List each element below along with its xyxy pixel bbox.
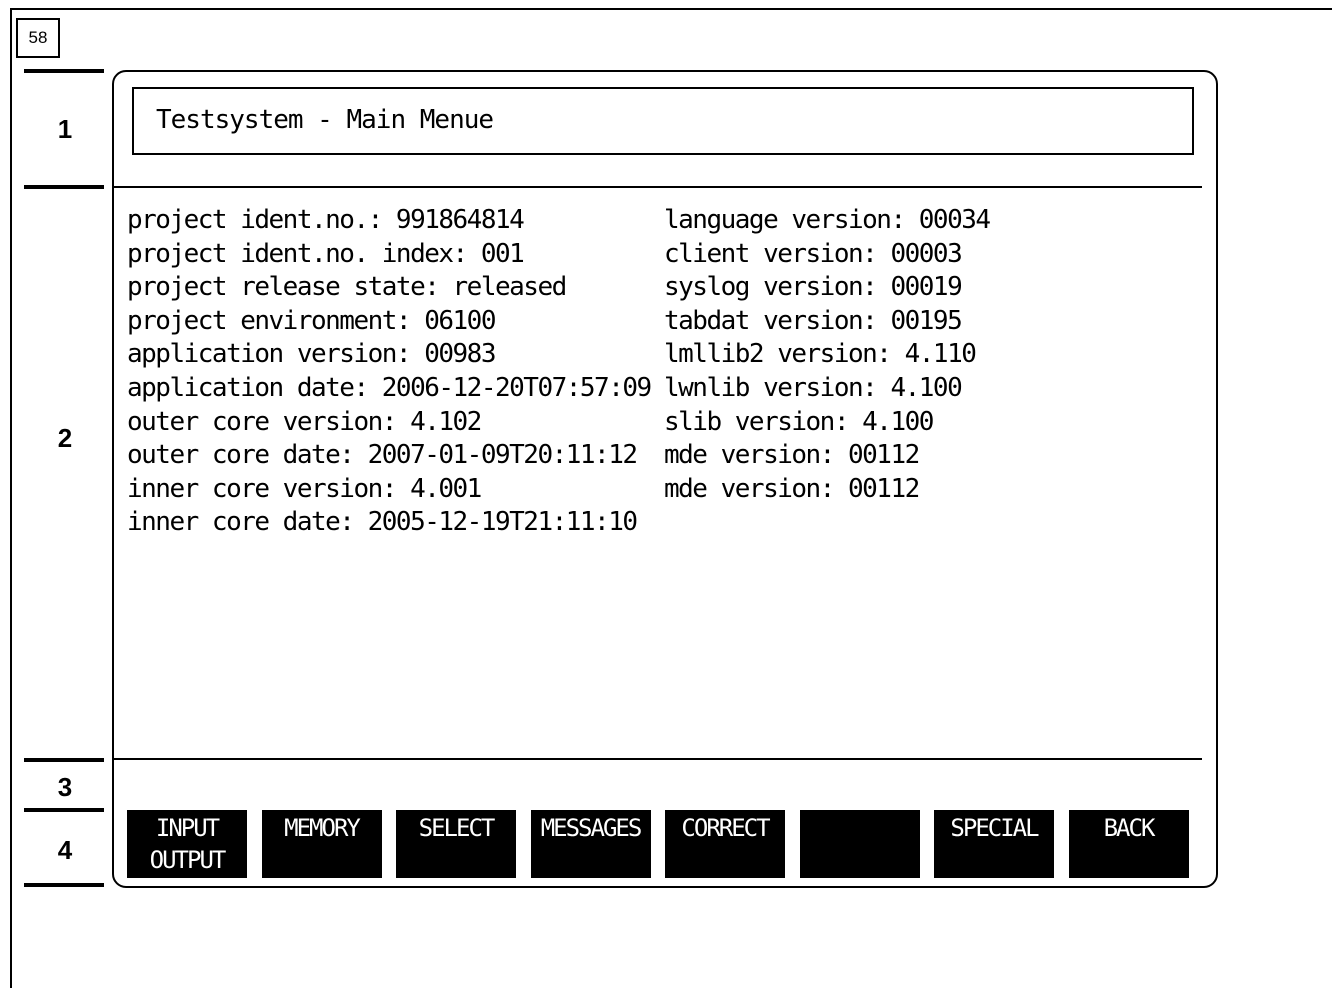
softkey-memory-button[interactable]: MEMORY xyxy=(261,810,382,878)
info-line: project ident.no. index: 001 xyxy=(127,238,525,269)
info-line: mde version: 00112 xyxy=(664,473,920,504)
header-divider xyxy=(114,186,1202,188)
info-line: outer core version: 4.102 xyxy=(127,406,482,437)
info-line: project release state: released xyxy=(127,272,567,303)
softkey-blank-button[interactable] xyxy=(799,810,920,878)
info-line: language version: 00034 xyxy=(664,205,991,235)
info-line: inner core version: 4.001 xyxy=(127,473,482,504)
page-title: Testsystem - Main Menue xyxy=(156,105,494,135)
zone-label-4: 4 xyxy=(57,835,73,865)
softkey-special-button[interactable]: SPECIAL xyxy=(934,810,1054,878)
softkey-messages-button[interactable]: MESSAGES xyxy=(530,810,651,878)
softkey-correct-button[interactable]: CORRECT xyxy=(665,810,785,878)
softkey-select-button[interactable]: SELECT xyxy=(396,810,516,878)
zone-divider xyxy=(24,808,104,812)
zone-label-1: 1 xyxy=(57,114,73,144)
zone-divider xyxy=(24,883,104,887)
info-line: lmllib2 version: 4.110 xyxy=(664,339,977,370)
info-line: application date: 2006-12-20T07:57:09 xyxy=(127,372,652,403)
message-line-divider xyxy=(114,758,1202,760)
softkey-back-button[interactable]: BACK xyxy=(1068,810,1189,878)
info-line: project environment: 06100 xyxy=(127,305,496,336)
zone-divider xyxy=(24,758,104,762)
info-line: application version: 00983 xyxy=(127,339,496,370)
info-line: lwnlib version: 4.100 xyxy=(664,372,963,403)
info-line: inner core date: 2005-12-19T21:11:10 xyxy=(127,507,638,538)
system-info-left: project ident.no.: 991864814 project iden… xyxy=(127,204,652,540)
title-bar: Testsystem - Main Menue xyxy=(132,87,1194,155)
softkey-input-output-button[interactable]: INPUT OUTPUT xyxy=(127,810,247,878)
zone-divider xyxy=(24,185,104,189)
page-number: 58 xyxy=(16,18,60,58)
info-line: syslog version: 00019 xyxy=(664,272,963,303)
info-line: project ident.no.: 991864814 xyxy=(127,205,525,235)
info-line: mde version: 00112 xyxy=(664,440,920,471)
info-line: outer core date: 2007-01-09T20:11:12 xyxy=(127,440,638,471)
zone-divider xyxy=(24,69,104,73)
zone-label-2: 2 xyxy=(57,423,73,453)
zone-label-3: 3 xyxy=(57,772,73,802)
info-line: client version: 00003 xyxy=(664,238,963,269)
system-info-right: language version: 00034 client version: 0… xyxy=(664,204,991,506)
info-line: slib version: 4.100 xyxy=(664,406,934,437)
info-line: tabdat version: 00195 xyxy=(664,305,963,336)
